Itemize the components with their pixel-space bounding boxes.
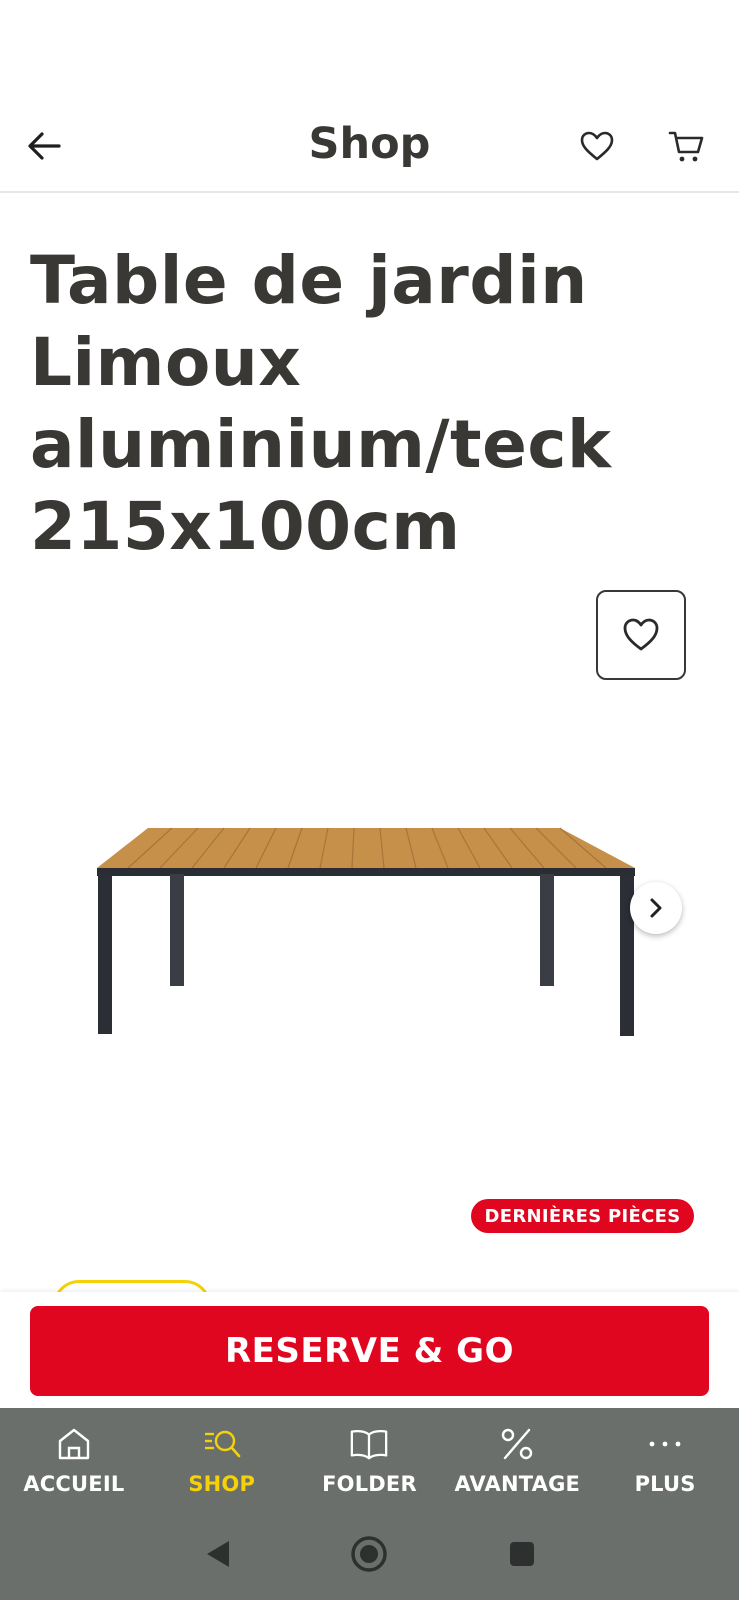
bottom-nav: ACCUEIL SHOP FOLDER AVANTAGE PLUS (0, 1408, 739, 1508)
product-title: Table de jardin Limoux aluminium/teck 21… (30, 242, 612, 565)
reserve-and-go-button[interactable]: RESERVE & GO (30, 1306, 709, 1396)
more-dots-icon (649, 1441, 681, 1447)
nav-item-avantage[interactable]: AVANTAGE (443, 1408, 591, 1508)
triangle-back-icon (207, 1541, 229, 1567)
wishlist-button[interactable] (569, 118, 625, 174)
heart-icon (580, 131, 614, 161)
system-recents-button[interactable] (500, 1532, 544, 1576)
nav-item-accueil[interactable]: ACCUEIL (0, 1408, 148, 1508)
nav-item-plus[interactable]: PLUS (591, 1408, 739, 1508)
circle-home-icon (351, 1536, 387, 1572)
nav-item-shop[interactable]: SHOP (148, 1408, 296, 1508)
status-badge: DERNIÈRES PIÈCES (471, 1199, 694, 1233)
square-recents-icon (510, 1542, 534, 1566)
nav-label: AVANTAGE (454, 1472, 581, 1496)
book-icon (351, 1429, 388, 1460)
cart-icon (668, 131, 704, 162)
status-bar (0, 0, 739, 100)
system-home-button[interactable] (347, 1532, 391, 1576)
nav-label: SHOP (188, 1472, 256, 1496)
nav-label: ACCUEIL (23, 1472, 125, 1496)
system-navigation-bar (0, 1508, 739, 1600)
page-title: Shop (308, 119, 431, 169)
percent-icon (502, 1428, 533, 1460)
cta-area: RESERVE & GO (0, 1292, 739, 1408)
chevron-right-icon (650, 898, 662, 918)
next-image-button[interactable] (630, 882, 682, 934)
garden-table-image (90, 820, 650, 1060)
cart-button[interactable] (658, 118, 714, 174)
shop-search-icon (204, 1430, 240, 1458)
heart-icon (623, 618, 659, 651)
nav-label: PLUS (634, 1472, 696, 1496)
system-back-button[interactable] (196, 1532, 240, 1576)
app-header: Shop (0, 100, 739, 193)
home-icon (58, 1428, 90, 1460)
favorite-button[interactable] (596, 590, 686, 680)
nav-item-folder[interactable]: FOLDER (296, 1408, 444, 1508)
nav-label: FOLDER (322, 1472, 417, 1496)
